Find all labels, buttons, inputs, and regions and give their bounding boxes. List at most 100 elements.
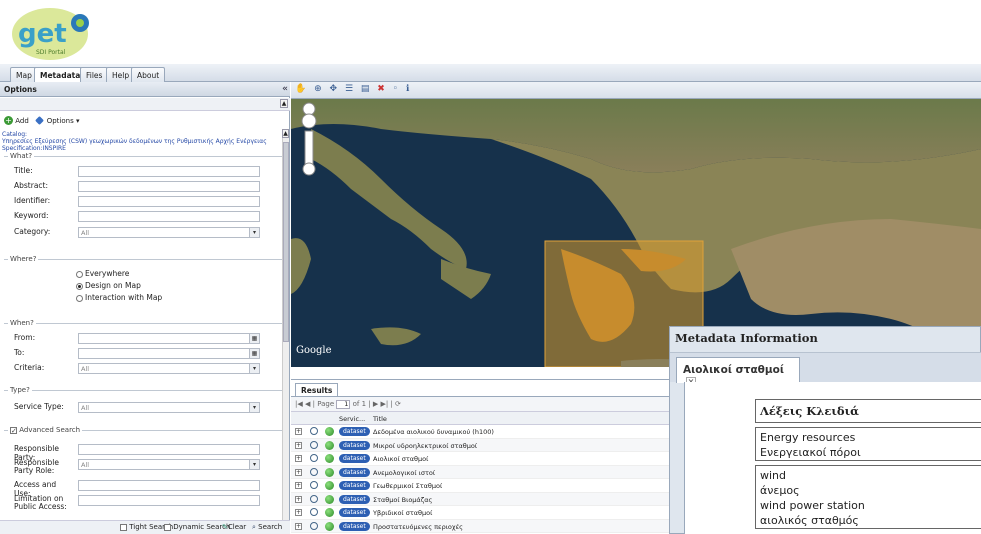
expand-icon[interactable]: +	[295, 455, 302, 462]
radio-everywhere[interactable]: Everywhere	[76, 269, 129, 278]
checkbox-icon[interactable]	[164, 523, 171, 531]
info-tool-icon[interactable]: ℹ	[406, 84, 409, 94]
zoom-to-icon[interactable]	[310, 454, 318, 462]
table-row[interactable]: + dataset Ανεμολογικοί ιστοί	[291, 465, 671, 479]
col-service[interactable]: Servic...	[339, 415, 365, 423]
expand-icon[interactable]: +	[295, 468, 302, 476]
navigation-icon[interactable]: ✥	[330, 84, 338, 94]
expand-icon[interactable]: +	[295, 482, 302, 489]
result-title[interactable]: Ανεμολογικοί ιστοί	[373, 469, 435, 477]
tab-files[interactable]: Files	[80, 67, 109, 82]
options-menu-button[interactable]: Options ▾	[35, 116, 79, 125]
add-to-map-icon[interactable]	[325, 454, 334, 463]
add-to-map-icon[interactable]	[325, 427, 334, 436]
expand-icon[interactable]: +	[295, 495, 302, 503]
zoom-to-icon[interactable]	[310, 521, 318, 530]
table-row[interactable]: + dataset Μικροί υδροηλεκτρικοί σταθμοί	[291, 438, 671, 452]
chevron-down-icon[interactable]: ▾	[249, 460, 259, 469]
radio-icon[interactable]	[76, 294, 83, 302]
responsible-party-input[interactable]	[78, 444, 260, 455]
abstract-input[interactable]	[78, 181, 260, 192]
get-sdi-portal-logo[interactable]: get SDI Portal	[10, 4, 96, 60]
expand-icon[interactable]: +	[295, 522, 302, 530]
add-to-map-icon[interactable]	[325, 508, 334, 517]
zoom-to-icon[interactable]	[310, 508, 318, 516]
zoom-to-icon[interactable]	[310, 494, 318, 503]
draw-box-icon[interactable]: ▤	[361, 84, 370, 94]
pan-control-icon[interactable]	[302, 114, 316, 128]
zoom-to-icon[interactable]	[310, 427, 318, 435]
add-to-map-icon[interactable]	[325, 494, 334, 504]
result-title[interactable]: Γεωθερμικοί Σταθμοί	[373, 482, 442, 490]
zoom-to-icon[interactable]	[310, 481, 318, 489]
radio-interaction-with-map[interactable]: Interaction with Map	[76, 293, 162, 302]
metadata-tab[interactable]: Αιολικοί σταθμοί ×	[676, 357, 800, 387]
result-title[interactable]: Υβριδικοί σταθμοί	[373, 509, 432, 517]
service-type-select[interactable]: All ▾	[78, 402, 260, 413]
scroll-up-icon[interactable]: ▲	[280, 99, 288, 108]
add-to-map-icon[interactable]	[325, 440, 334, 450]
table-row[interactable]: + dataset Προστατευόμενες περιοχές	[291, 519, 671, 533]
search-button[interactable]: ⌕ Search	[252, 523, 282, 532]
expand-icon[interactable]: +	[295, 428, 302, 435]
zoom-slider[interactable]	[304, 130, 314, 168]
table-row[interactable]: + dataset Δεδομένα αιολικού δυναμικού (h10…	[291, 425, 671, 439]
chevron-down-icon[interactable]: ▾	[249, 364, 259, 373]
radio-icon[interactable]	[76, 270, 83, 278]
table-row[interactable]: + dataset Γεωθερμικοί Σταθμοί	[291, 479, 671, 493]
expand-icon[interactable]: +	[295, 509, 302, 516]
add-to-map-icon[interactable]	[325, 481, 334, 490]
last-page-icon[interactable]: ▶|	[380, 400, 388, 408]
zoom-to-icon[interactable]	[310, 440, 318, 449]
previous-extent-icon[interactable]: ◦	[393, 84, 398, 94]
responsible-role-select[interactable]: All ▾	[78, 459, 260, 470]
category-select[interactable]: All ▾	[78, 227, 260, 238]
prev-page-icon[interactable]: ◀	[305, 400, 310, 408]
clear-button[interactable]: ✎Clear	[222, 523, 246, 531]
scroll-up-arrow-icon[interactable]: ▲	[282, 129, 289, 138]
access-use-input[interactable]	[78, 480, 260, 491]
result-title[interactable]: Δεδομένα αιολικού δυναμικού (h100)	[373, 428, 494, 436]
table-row[interactable]: + dataset Σταθμοί Βιομάζας	[291, 492, 671, 506]
add-to-map-icon[interactable]	[325, 521, 334, 531]
page-input[interactable]: 1	[336, 400, 351, 409]
zoom-tool-icon[interactable]: ⊕	[314, 84, 322, 94]
keyword-input[interactable]	[78, 211, 260, 222]
zoom-to-icon[interactable]	[310, 467, 318, 476]
result-title[interactable]: Αιολικοί σταθμοί	[373, 455, 428, 463]
pan-hand-icon[interactable]: ✋	[295, 84, 306, 94]
col-title[interactable]: Title	[373, 415, 387, 423]
calendar-icon[interactable]: ▦	[249, 334, 259, 343]
add-button[interactable]: + Add	[4, 116, 29, 125]
clear-drawing-icon[interactable]: ✖	[377, 84, 385, 94]
collapse-left-icon[interactable]: «	[282, 84, 288, 94]
tab-metadata[interactable]: Metadata	[34, 67, 87, 83]
calendar-icon[interactable]: ▦	[249, 349, 259, 358]
refresh-icon[interactable]: ⟳	[395, 400, 401, 408]
result-title[interactable]: Σταθμοί Βιομάζας	[373, 496, 432, 504]
to-date-input[interactable]: ▦	[78, 348, 260, 359]
tab-about[interactable]: About	[131, 67, 166, 82]
title-input[interactable]	[78, 166, 260, 177]
result-title[interactable]: Μικροί υδροηλεκτρικοί σταθμοί	[373, 442, 477, 450]
result-title[interactable]: Προστατευόμενες περιοχές	[373, 523, 463, 531]
table-row[interactable]: + dataset Αιολικοί σταθμοί	[291, 452, 671, 466]
from-date-input[interactable]: ▦	[78, 333, 260, 344]
advanced-search-toggle[interactable]: ✓ Advanced Search	[8, 426, 82, 434]
expand-icon[interactable]: +	[295, 441, 302, 449]
checkbox-icon[interactable]	[120, 523, 127, 531]
add-to-map-icon[interactable]	[325, 467, 334, 477]
dynamic-search-checkbox[interactable]: Dynamic Search	[164, 523, 230, 531]
first-page-icon[interactable]: |◀	[295, 400, 303, 408]
chevron-down-icon[interactable]: ▾	[249, 403, 259, 412]
tab-results[interactable]: Results	[295, 383, 339, 396]
chevron-down-icon[interactable]: ▾	[249, 228, 259, 237]
layers-icon[interactable]: ☰	[345, 84, 353, 94]
limitation-input[interactable]	[78, 495, 260, 506]
checkbox-checked-icon[interactable]: ✓	[10, 426, 17, 434]
identifier-input[interactable]	[78, 196, 260, 207]
criteria-select[interactable]: All ▾	[78, 363, 260, 374]
radio-selected-icon[interactable]	[76, 282, 83, 290]
next-page-icon[interactable]: ▶	[373, 400, 378, 408]
radio-design-on-map[interactable]: Design on Map	[76, 281, 141, 290]
